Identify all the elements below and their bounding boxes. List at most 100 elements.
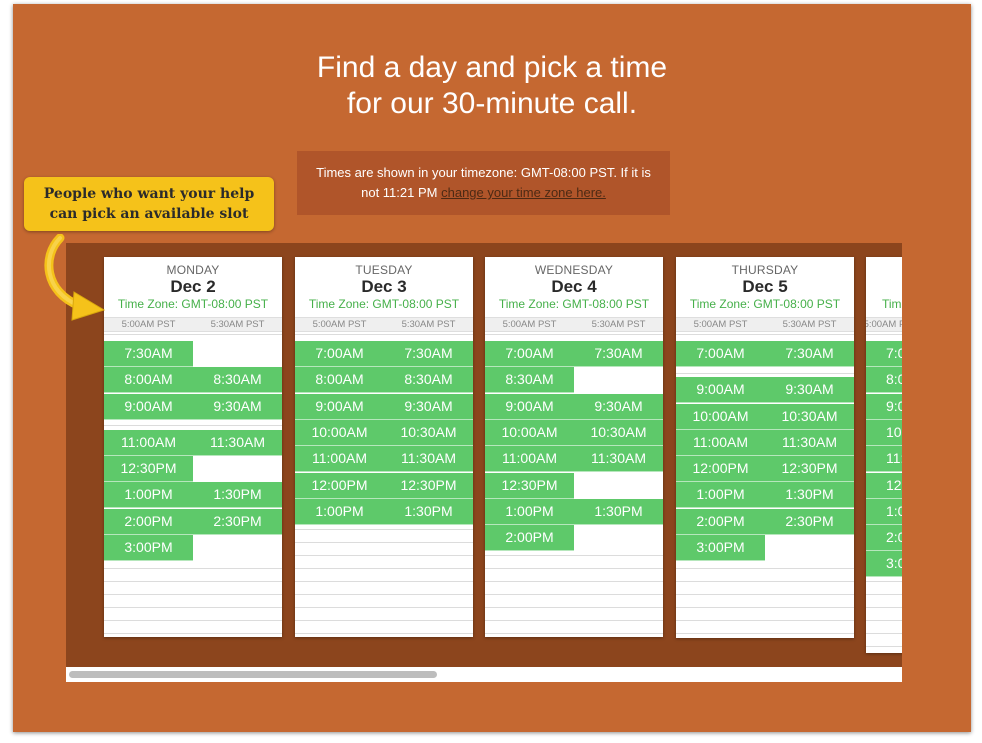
subheader-right: 5:30AM PST — [782, 319, 837, 330]
time-slot-button[interactable]: 10:00AM — [866, 419, 902, 446]
scrollbar-thumb[interactable] — [69, 671, 437, 678]
day-column: WEDNESDAY Dec 4 Time Zone: GMT-08:00 PST 5:… — [485, 257, 663, 637]
subheader-left: 5:00AM PST — [502, 319, 557, 330]
title-line-1: Find a day and pick a time — [316, 51, 668, 84]
time-slot-button[interactable]: 1:00PM — [295, 498, 384, 525]
time-slot-button[interactable]: 7:00AM — [485, 341, 574, 367]
time-slot-button[interactable]: 12:00PM — [676, 456, 765, 483]
time-slot-button[interactable]: 12:30PM — [104, 456, 193, 483]
day-column: TUESDAY Dec 3 Time Zone: GMT-08:00 PST 5:00… — [295, 257, 473, 637]
time-slot-button[interactable]: 1:30PM — [193, 482, 282, 509]
time-subheader: 5:00AM PST5:30AM PST — [104, 317, 282, 332]
time-slot-button[interactable]: 8:00AM — [866, 367, 902, 394]
time-slot-button[interactable]: 9:00AM — [295, 393, 384, 420]
time-slot-button[interactable]: 10:00AM — [485, 419, 574, 446]
day-weekday: MONDAY — [166, 263, 220, 277]
day-weekday: THURSDAY — [731, 263, 799, 277]
time-slot-button[interactable]: 8:30AM — [193, 367, 282, 394]
time-slot-button[interactable]: 1:00PM — [104, 482, 193, 509]
time-slot-button[interactable]: 2:00PM — [485, 525, 574, 552]
time-slot-button[interactable]: 10:00AM — [295, 419, 384, 446]
time-slot-button[interactable]: 11:00AM — [676, 429, 765, 456]
day-date: Dec 2 — [170, 277, 216, 296]
time-slot-button[interactable]: 2:00PM — [104, 508, 193, 535]
time-slot-button[interactable]: 12:30PM — [384, 472, 473, 499]
day-timezone: Time Zone: GMT-08:00 PST — [308, 297, 460, 311]
time-slot-button[interactable]: 9:30AM — [574, 393, 663, 420]
time-slot-button[interactable]: 9:00AM — [676, 377, 765, 404]
time-slot-button[interactable]: 8:30AM — [485, 367, 574, 394]
time-slot-button[interactable]: 1:30PM — [384, 498, 473, 525]
time-slot-button[interactable]: 11:00AM — [485, 446, 574, 473]
time-slot-button[interactable]: 11:00AM — [104, 429, 193, 456]
time-slot-button[interactable]: 8:30AM — [384, 367, 473, 394]
time-slot-button[interactable]: 1:30PM — [765, 482, 854, 509]
time-slot-button[interactable]: 10:30AM — [574, 419, 663, 446]
time-slot-button[interactable]: 7:30AM — [574, 341, 663, 367]
day-weekday: WEDNESDAY — [534, 263, 614, 277]
time-slot-button[interactable]: 7:30AM — [104, 341, 193, 367]
horizontal-scrollbar[interactable] — [66, 667, 902, 682]
time-slot-button[interactable]: 2:00PM — [676, 508, 765, 535]
time-slot-button[interactable]: 12:30PM — [485, 472, 574, 499]
time-slot-button[interactable]: 2:30PM — [193, 508, 282, 535]
time-slot-button[interactable]: 3:00PM — [104, 535, 193, 562]
subheader-right: 5:30AM PST — [401, 319, 456, 330]
time-slot-button[interactable]: 12:30PM — [765, 456, 854, 483]
time-slot-button[interactable]: 7:00AM — [866, 341, 902, 367]
time-slot-button[interactable]: 11:30AM — [574, 446, 663, 473]
time-slot-button[interactable]: 12:00PM — [295, 472, 384, 499]
time-slot-button[interactable]: 11:00AM — [866, 446, 902, 473]
time-slot-button[interactable]: 3:00PM — [866, 551, 902, 578]
time-slot-button[interactable]: 11:00AM — [295, 446, 384, 473]
change-timezone-link[interactable]: change your time zone here. — [441, 185, 606, 200]
time-slot-button[interactable]: 3:00PM — [676, 535, 765, 562]
time-slot-button[interactable]: 8:00AM — [104, 367, 193, 394]
subheader-left: 5:00AM PST — [693, 319, 748, 330]
day-column: Time Zone: GMT-08:00 PST 5:00AM PST5:30AM… — [866, 257, 902, 653]
time-slot-button[interactable]: 8:00AM — [295, 367, 384, 394]
day-timezone: Time Zone: GMT-08:00 PST — [882, 297, 902, 311]
page-title: Find a day and pick a time for our 30-mi… — [13, 50, 971, 122]
time-slot-button[interactable]: 2:30PM — [765, 508, 854, 535]
day-column: MONDAY Dec 2 Time Zone: GMT-08:00 PST 5:00A… — [104, 257, 282, 637]
time-slot-button[interactable]: 7:00AM — [295, 341, 384, 367]
day-weekday: TUESDAY — [355, 263, 413, 277]
time-slot-button[interactable]: 11:30AM — [384, 446, 473, 473]
time-subheader: 5:00AM PST5:30AM PST — [866, 317, 902, 332]
time-slot-button[interactable]: 9:00AM — [485, 393, 574, 420]
day-timezone: Time Zone: GMT-08:00 PST — [689, 297, 841, 311]
time-slot-button[interactable]: 7:30AM — [765, 341, 854, 367]
time-slot-button[interactable]: 9:30AM — [384, 393, 473, 420]
day-header: WEDNESDAY Dec 4 Time Zone: GMT-08:00 PST — [485, 257, 663, 317]
day-date: Dec 3 — [361, 277, 407, 296]
time-slot-button[interactable]: 11:30AM — [193, 429, 282, 456]
time-subheader: 5:00AM PST 5:30AM PST — [676, 317, 854, 332]
time-slot-button[interactable]: 9:00AM — [104, 393, 193, 420]
time-slot-button[interactable]: 2:00PM — [866, 525, 902, 552]
time-slot-button[interactable]: 1:00PM — [866, 498, 902, 525]
time-slot-button[interactable]: 11:30AM — [765, 429, 854, 456]
callout-annotation: People who want your help can pick an av… — [24, 177, 274, 231]
day-header: TUESDAY Dec 3 Time Zone: GMT-08:00 PST — [295, 257, 473, 317]
day-column: THURSDAY Dec 5 Time Zone: GMT-08:00 PST 5:0… — [676, 257, 854, 638]
time-slot-button[interactable]: 1:30PM — [574, 498, 663, 525]
time-slot-button[interactable]: 9:30AM — [193, 393, 282, 420]
time-slot-button[interactable]: 7:30AM — [384, 341, 473, 367]
calendar-panel[interactable]: MONDAY Dec 2 Time Zone: GMT-08:00 PST 5:00A… — [66, 243, 902, 667]
time-slot-button[interactable]: 10:30AM — [384, 419, 473, 446]
time-slot-button[interactable]: 1:00PM — [485, 498, 574, 525]
time-slot-button[interactable]: 10:00AM — [676, 403, 765, 430]
subheader-left: 5:00AM PST — [121, 319, 176, 330]
day-header: Time Zone: GMT-08:00 PST — [866, 257, 902, 317]
curved-arrow-icon — [44, 234, 106, 321]
time-slot-button[interactable]: 9:30AM — [765, 377, 854, 404]
day-timezone: Time Zone: GMT-08:00 PST — [498, 297, 650, 311]
time-slot-button[interactable]: 7:00AM — [676, 341, 765, 367]
time-slot-button[interactable]: 1:00PM — [676, 482, 765, 509]
time-slot-button[interactable]: 10:30AM — [765, 403, 854, 430]
time-slot-button[interactable]: 9:00AM — [866, 393, 902, 420]
subheader-left: 5:00AM PST — [866, 319, 902, 330]
callout-line-2: can pick an available slot — [49, 206, 249, 222]
time-slot-button[interactable]: 12:00PM — [866, 472, 902, 499]
